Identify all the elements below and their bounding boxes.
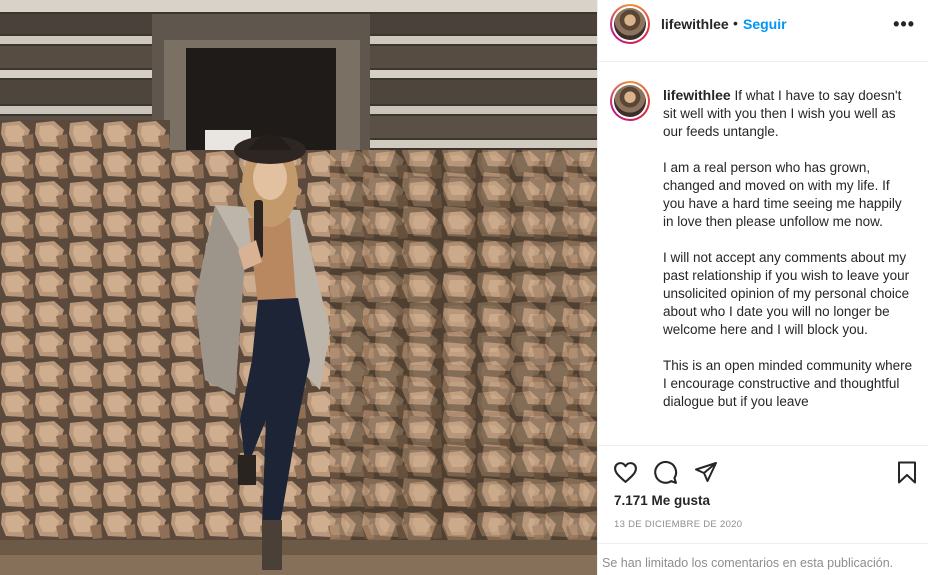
post-header: lifewithlee • Seguir •••	[598, 0, 928, 62]
comment-bubble-icon[interactable]	[653, 460, 678, 485]
post-caption: lifewithlee If what I have to say doesn'…	[663, 86, 913, 429]
profile-avatar[interactable]	[610, 4, 650, 44]
caption-avatar[interactable]	[610, 81, 650, 121]
more-options-icon[interactable]: •••	[893, 14, 915, 35]
header-username[interactable]: lifewithlee	[661, 16, 729, 32]
follow-button[interactable]: Seguir	[743, 16, 787, 32]
bookmark-icon[interactable]	[895, 460, 919, 485]
heart-icon[interactable]	[613, 460, 638, 485]
caption-paragraph: This is an open minded community where I…	[663, 358, 913, 409]
separator-dot: •	[733, 15, 738, 31]
comments-limited-note: Se han limitado los comentarios en esta …	[602, 556, 894, 570]
likes-count[interactable]: 7.171 Me gusta	[614, 493, 710, 508]
caption-username[interactable]: lifewithlee	[663, 87, 731, 103]
post-details-panel: lifewithlee • Seguir ••• lifewithlee If …	[597, 0, 928, 575]
paper-plane-icon[interactable]	[694, 460, 718, 484]
caption-scroll-area[interactable]: lifewithlee If what I have to say doesn'…	[598, 63, 928, 445]
post-date[interactable]: 13 DE DICIEMBRE DE 2020	[614, 519, 742, 530]
caption-paragraph: I will not accept any comments about my …	[663, 250, 910, 337]
comments-bar: Se han limitado los comentarios en esta …	[598, 543, 928, 575]
woodpile-photo	[0, 0, 597, 575]
caption-paragraph: I am a real person who has grown, change…	[663, 160, 902, 229]
post-actions: 7.171 Me gusta 13 DE DICIEMBRE DE 2020 S…	[598, 445, 928, 575]
post-photo	[0, 0, 597, 575]
caption-paragraph: lifewithlee If what I have to say doesn'…	[663, 87, 902, 139]
